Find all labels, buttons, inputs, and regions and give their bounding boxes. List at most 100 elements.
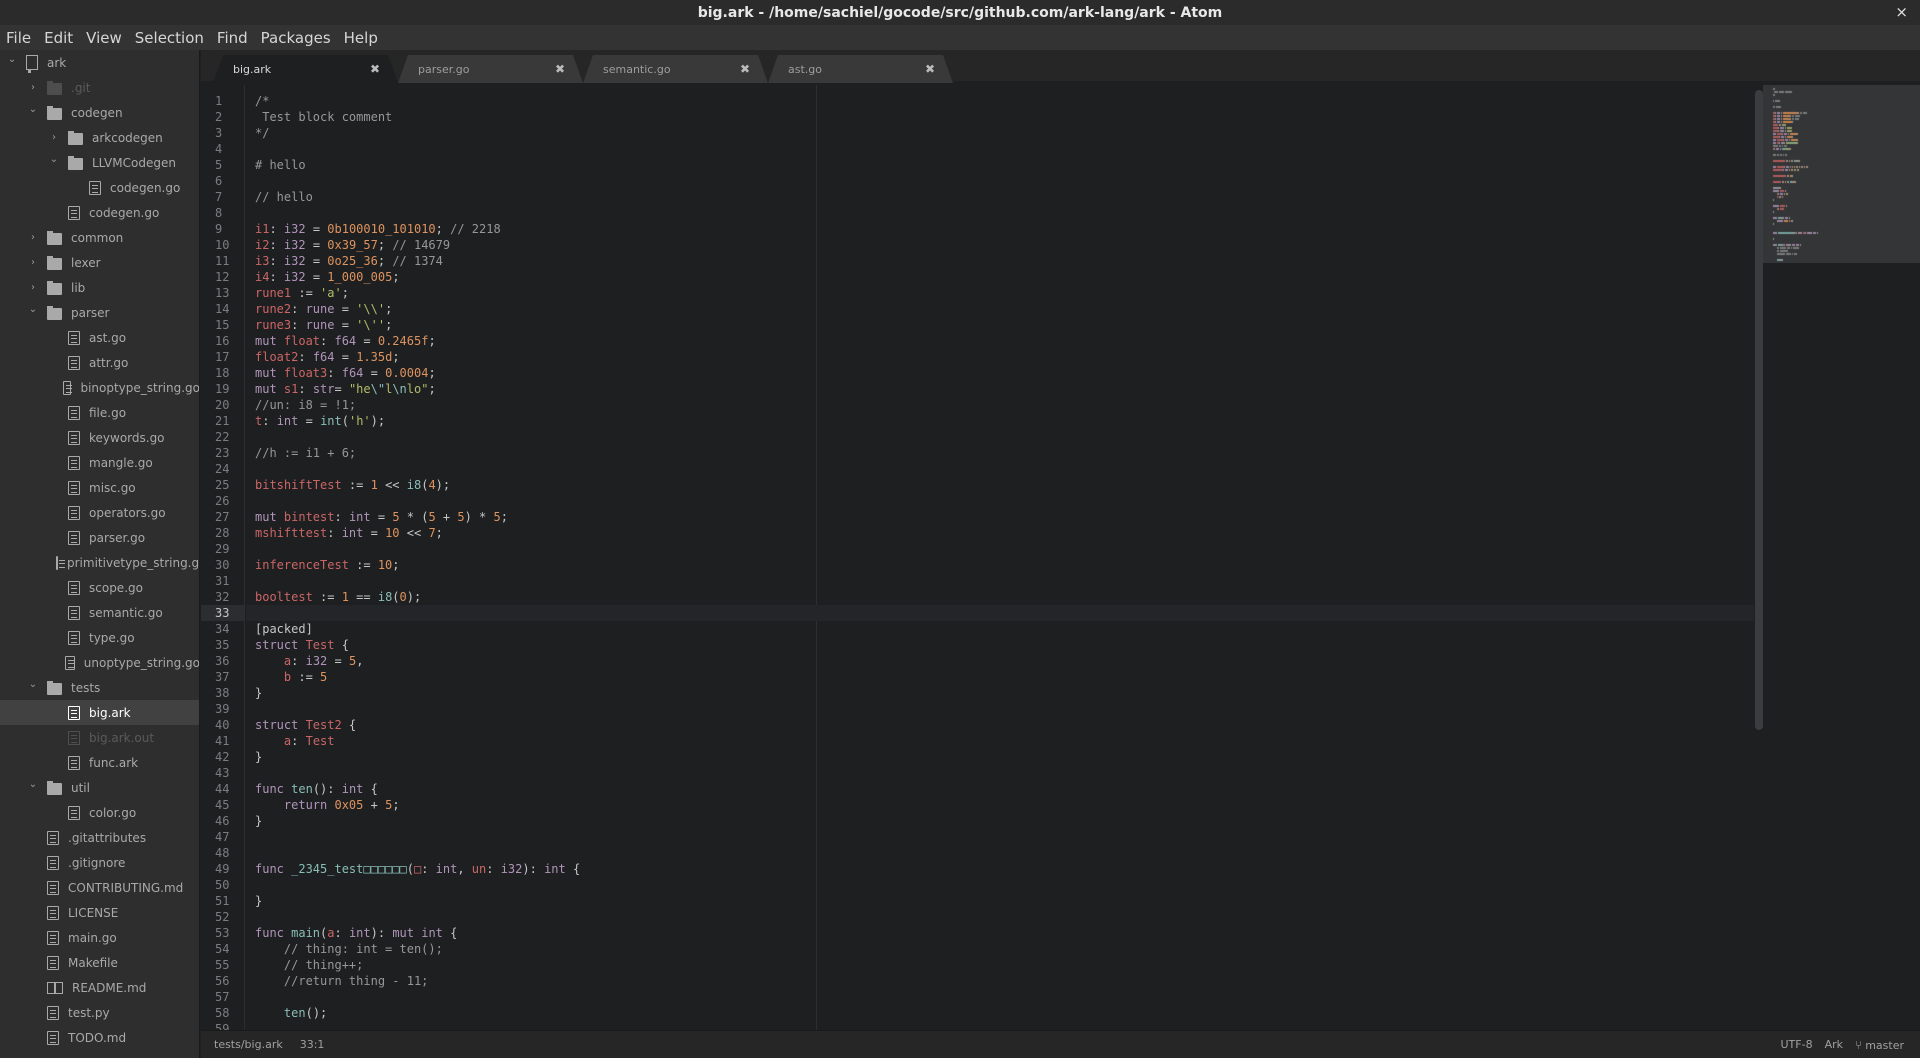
tree-item-label: big.ark.out [89,730,155,745]
close-tab-icon[interactable]: ✖ [740,62,750,76]
tree-folder[interactable]: › lib [0,275,199,300]
tree-file[interactable]: scope.go [0,575,199,600]
tree-file[interactable]: Makefile [0,950,199,975]
file-icon [47,955,59,970]
code-token: i8 [377,590,393,604]
tree-file[interactable]: binoptype_string.go [0,375,199,400]
tree-folder[interactable]: › arkcodegen [0,125,199,150]
menu-find[interactable]: Find [217,29,248,47]
tree-file[interactable]: TODO.md [0,1025,199,1050]
code-token: Test2 [305,718,342,732]
tree-file[interactable]: .gitattributes [0,825,199,850]
line-number: 36 [215,654,230,668]
close-tab-icon[interactable]: ✖ [555,62,565,76]
menu-file[interactable]: File [6,29,31,47]
status-file-path[interactable]: tests/big.ark [214,1038,283,1051]
chevron-down-icon[interactable]: ⌄ [27,304,39,315]
tree-folder[interactable]: › common [0,225,199,250]
tree-file[interactable]: .gitignore [0,850,199,875]
code-token: i32 [500,862,523,876]
tree-file[interactable]: big.ark [0,700,199,725]
code-token: 5 [392,510,400,524]
tree-folder[interactable]: › .git [0,75,199,100]
tree-file[interactable]: codegen.go [0,175,199,200]
code-line: rune2: rune = '\\'; [255,301,392,317]
close-tab-icon[interactable]: ✖ [370,62,380,76]
tree-file[interactable]: codegen.go [0,200,199,225]
tree-file[interactable]: CONTRIBUTING.md [0,875,199,900]
menu-view[interactable]: View [86,29,122,47]
tree-file[interactable]: README.md [0,975,199,1000]
chevron-down-icon[interactable]: ⌄ [6,54,18,65]
tree-file[interactable]: primitivetype_string.go [0,550,199,575]
tab-big-ark[interactable]: big.ark ✖ [213,55,398,83]
vertical-scrollbar[interactable] [1755,85,1763,1030]
chevron-right-icon[interactable]: › [27,82,39,93]
menu-selection[interactable]: Selection [135,29,204,47]
tree-file[interactable]: file.go [0,400,199,425]
tree-folder[interactable]: ⌄ tests [0,675,199,700]
tree-file[interactable]: mangle.go [0,450,199,475]
tree-file[interactable]: main.go [0,925,199,950]
tree-file[interactable]: type.go [0,625,199,650]
tree-item-label: util [71,780,90,795]
tree-folder[interactable]: ⌄ ark [0,50,199,75]
menu-edit[interactable]: Edit [44,29,73,47]
tree-folder[interactable]: › lexer [0,250,199,275]
code-token: func [255,862,292,876]
chevron-down-icon[interactable]: ⌄ [27,679,39,690]
code-line: mut float3: f64 = 0.0004; [255,365,436,381]
chevron-right-icon[interactable]: › [27,257,39,268]
tree-file[interactable]: LICENSE [0,900,199,925]
tree-folder[interactable]: ⌄ LLVMCodegen [0,150,199,175]
tree-file[interactable]: func.ark [0,750,199,775]
tab-parser-go[interactable]: parser.go ✖ [398,55,583,83]
line-number: 10 [215,238,230,252]
tree-file[interactable]: semantic.go [0,600,199,625]
chevron-right-icon[interactable]: › [27,282,39,293]
menu-help[interactable]: Help [344,29,378,47]
tree-file[interactable]: big.ark.out [0,725,199,750]
menu-packages[interactable]: Packages [261,29,331,47]
code-token: \" [370,382,386,396]
tree-file[interactable]: misc.go [0,475,199,500]
code-line: struct Test { [255,637,349,653]
chevron-down-icon[interactable]: ⌄ [27,104,39,115]
tree-file[interactable]: parser.go [0,525,199,550]
status-encoding[interactable]: UTF-8 [1781,1038,1813,1051]
code-token: // 14679 [392,238,451,252]
tab-ast-go[interactable]: ast.go ✖ [768,55,953,83]
tree-file[interactable]: operators.go [0,500,199,525]
tree-folder[interactable]: ⌄ codegen [0,100,199,125]
tree-file[interactable]: color.go [0,800,199,825]
code-token: bintest [283,510,335,524]
close-tab-icon[interactable]: ✖ [925,62,935,76]
code-token: + [435,510,458,524]
close-icon[interactable]: × [1895,3,1908,21]
status-branch[interactable]: ⑂ master [1855,1038,1904,1052]
tree-item-label: type.go [89,630,135,645]
line-number: 53 [215,926,230,940]
code-token: : [327,366,342,380]
chevron-down-icon[interactable]: ⌄ [27,779,39,790]
code-token: ); [370,414,386,428]
tree-folder[interactable]: ⌄ util [0,775,199,800]
minimap[interactable] [1763,85,1920,1030]
tree-folder[interactable]: ⌄ parser [0,300,199,325]
tab-semantic-go[interactable]: semantic.go ✖ [583,55,768,83]
code-token: int [348,510,371,524]
tree-file[interactable]: unoptype_string.go [0,650,199,675]
tree-file[interactable]: keywords.go [0,425,199,450]
status-cursor-position[interactable]: 33:1 [300,1038,325,1051]
chevron-down-icon[interactable]: ⌄ [48,154,60,165]
status-grammar[interactable]: Ark [1825,1038,1843,1051]
code-token: { [442,926,458,940]
tree-file[interactable]: attr.go [0,350,199,375]
chevron-right-icon[interactable]: › [48,132,60,143]
tree-file[interactable]: test.py [0,1000,199,1025]
chevron-right-icon[interactable]: › [27,232,39,243]
code-editor[interactable]: /* Test block comment */ # hello // hello i1… [246,85,1754,1030]
tree-file[interactable]: ast.go [0,325,199,350]
scrollbar-thumb[interactable] [1755,90,1763,730]
tree-item-label: mangle.go [89,455,153,470]
